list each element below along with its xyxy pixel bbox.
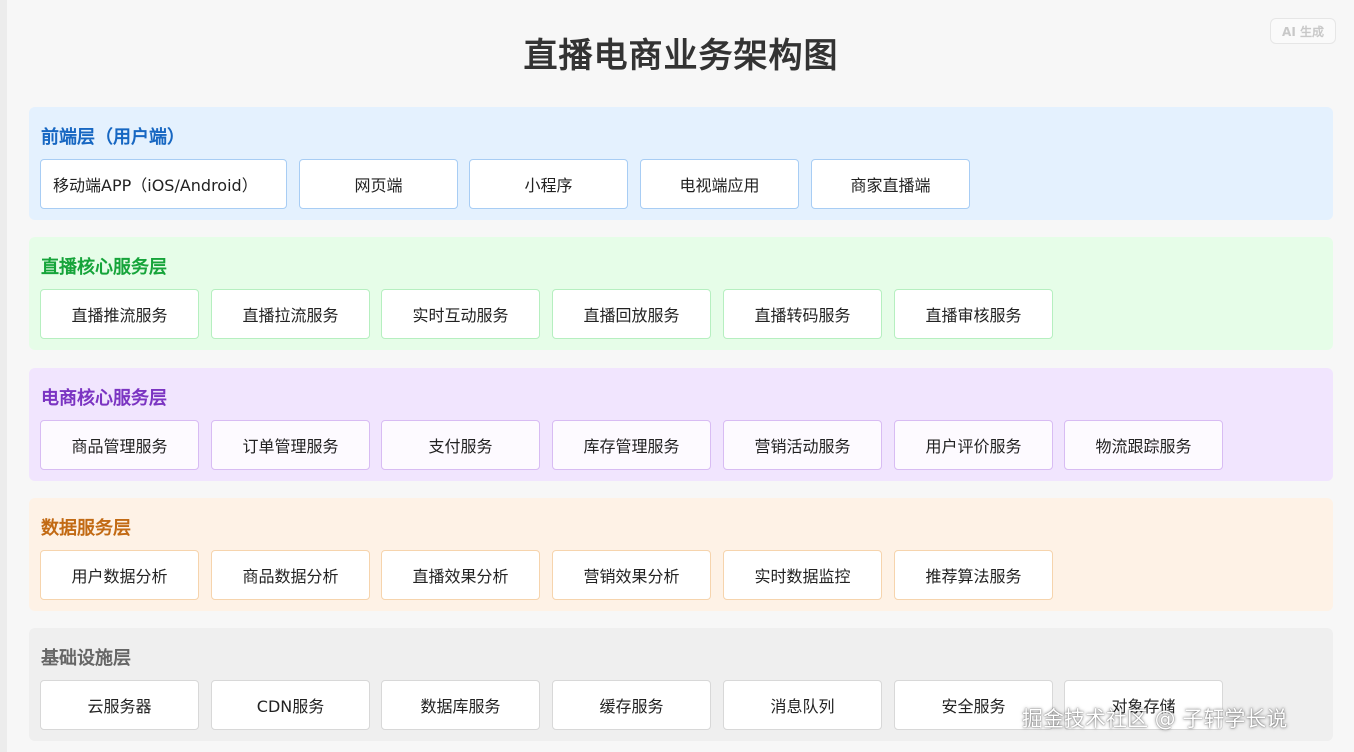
component-merchant-live: 商家直播端 (811, 159, 970, 209)
diagram-title: 直播电商业务架构图 (523, 36, 839, 76)
watermark: 掘金技术社区 @ 子轩学长说 (1022, 707, 1288, 731)
component-payment: 支付服务 (381, 420, 540, 470)
component-mobile-app: 移动端APP（iOS/Android） (40, 159, 287, 209)
component-user-analytics: 用户数据分析 (40, 550, 199, 600)
component-inventory: 库存管理服务 (552, 420, 711, 470)
layer-title: 直播核心服务层 (41, 257, 167, 278)
architecture-diagram-page: 直播电商业务架构图 AI 生成 前端层（用户端） 移动端APP（iOS/Andr… (0, 0, 1354, 752)
component-transcode: 直播转码服务 (723, 289, 882, 339)
component-mini-program: 小程序 (469, 159, 628, 209)
component-cache: 缓存服务 (552, 680, 711, 730)
component-review: 直播审核服务 (894, 289, 1053, 339)
layer-title: 电商核心服务层 (41, 388, 167, 409)
component-database: 数据库服务 (381, 680, 540, 730)
component-cloud-server: 云服务器 (40, 680, 199, 730)
component-push-stream: 直播推流服务 (40, 289, 199, 339)
component-marketing-analytics: 营销效果分析 (552, 550, 711, 600)
component-tv-app: 电视端应用 (640, 159, 799, 209)
component-product-management: 商品管理服务 (40, 420, 199, 470)
component-logistics: 物流跟踪服务 (1064, 420, 1223, 470)
component-reviews: 用户评价服务 (894, 420, 1053, 470)
layer-ecommerce-core: 电商核心服务层 商品管理服务 订单管理服务 支付服务 库存管理服务 营销活动服务… (29, 368, 1333, 481)
component-cdn: CDN服务 (211, 680, 370, 730)
component-live-analytics: 直播效果分析 (381, 550, 540, 600)
component-marketing: 营销活动服务 (723, 420, 882, 470)
component-realtime-monitoring: 实时数据监控 (723, 550, 882, 600)
ai-generated-badge: AI 生成 (1270, 18, 1336, 44)
layer-title: 前端层（用户端） (41, 127, 185, 148)
component-playback: 直播回放服务 (552, 289, 711, 339)
component-realtime-interaction: 实时互动服务 (381, 289, 540, 339)
component-web: 网页端 (299, 159, 458, 209)
layer-title: 基础设施层 (41, 648, 131, 669)
component-message-queue: 消息队列 (723, 680, 882, 730)
component-recommendation: 推荐算法服务 (894, 550, 1053, 600)
left-edge-strip (0, 0, 7, 752)
layer-data-services: 数据服务层 用户数据分析 商品数据分析 直播效果分析 营销效果分析 实时数据监控… (29, 498, 1333, 611)
layer-live-core: 直播核心服务层 直播推流服务 直播拉流服务 实时互动服务 直播回放服务 直播转码… (29, 237, 1333, 350)
component-order-management: 订单管理服务 (211, 420, 370, 470)
component-product-analytics: 商品数据分析 (211, 550, 370, 600)
layer-frontend: 前端层（用户端） 移动端APP（iOS/Android） 网页端 小程序 电视端… (29, 107, 1333, 220)
layer-title: 数据服务层 (41, 518, 131, 539)
component-pull-stream: 直播拉流服务 (211, 289, 370, 339)
